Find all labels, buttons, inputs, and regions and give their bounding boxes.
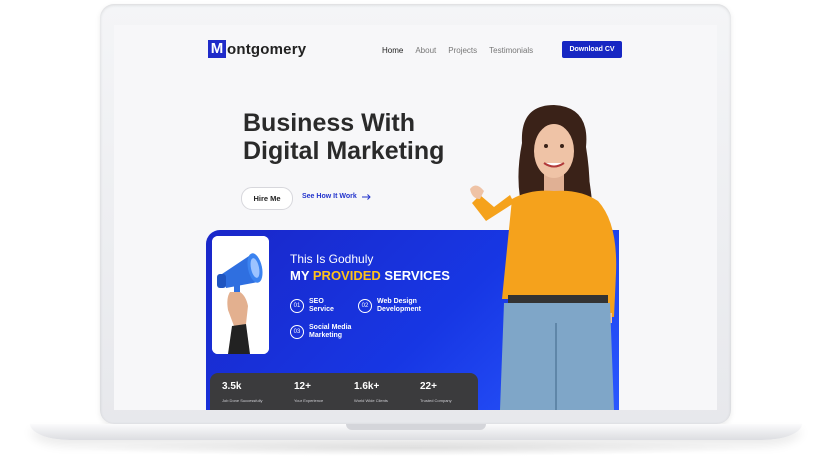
laptop-notch — [346, 424, 486, 430]
service-number: 03 — [290, 325, 304, 339]
hire-me-button[interactable]: Hire Me — [241, 187, 293, 210]
nav-projects[interactable]: Projects — [448, 46, 477, 55]
service-item-seo[interactable]: 01 SEO Service — [290, 298, 334, 314]
stat-label: Trusted Company — [420, 398, 452, 403]
service-number: 02 — [358, 299, 372, 313]
logo-text: ontgomery — [227, 40, 307, 58]
stat-jobs: 3.5k Job Done Successfully — [222, 381, 262, 403]
stat-companies: 22+ Trusted Company — [420, 381, 452, 403]
services-title-prefix: MY — [290, 268, 313, 283]
stat-value: 3.5k — [222, 381, 242, 392]
site-logo[interactable]: M ontgomery — [208, 40, 306, 58]
stat-label: Your Experience — [294, 398, 324, 403]
stats-bar: 3.5k Job Done Successfully 12+ Your Expe… — [210, 373, 478, 410]
service-item-social-media[interactable]: 03 Social Media Marketing — [290, 324, 351, 340]
see-how-label: See How It Work — [302, 193, 357, 200]
stat-clients: 1.6k+ World Wide Clients — [354, 381, 388, 403]
nav-home[interactable]: Home — [382, 46, 403, 55]
hero-line-1: Business With — [243, 109, 416, 137]
megaphone-image — [212, 236, 269, 354]
services-title-highlight: PROVIDED — [312, 268, 381, 283]
service-number: 01 — [290, 299, 304, 313]
download-cv-button[interactable]: Download CV — [562, 41, 622, 58]
stat-label: World Wide Clients — [354, 398, 388, 403]
stat-value: 12+ — [294, 381, 311, 392]
logo-mark: M — [208, 40, 226, 58]
nav-testimonials[interactable]: Testimonials — [489, 46, 533, 55]
stat-value: 1.6k+ — [354, 381, 380, 392]
services-title: MY PROVIDED SERVICES — [290, 268, 450, 283]
nav-about[interactable]: About — [415, 46, 436, 55]
hero-line-2: Digital Marketing — [243, 137, 445, 165]
stat-label: Job Done Successfully — [222, 398, 263, 403]
service-label: Social Media Marketing — [309, 324, 352, 339]
stat-value: 22+ — [420, 381, 437, 392]
service-item-web-design[interactable]: 02 Web Design Development — [358, 298, 421, 314]
laptop-shadow — [60, 440, 772, 456]
hero-headline: Business With Digital Marketing — [243, 109, 444, 165]
services-title-suffix: SERVICES — [380, 268, 450, 283]
laptop-screen: M ontgomery Home About Projects Testimon… — [114, 25, 717, 410]
arrow-right-icon — [361, 193, 371, 200]
main-nav: Home About Projects Testimonials — [382, 46, 533, 55]
hero-person-image — [464, 103, 644, 410]
service-label: Web Design Development — [377, 298, 421, 313]
service-label: SEO Service — [309, 298, 334, 313]
stat-experience: 12+ Your Experience — [294, 381, 323, 403]
services-subtitle: This Is Godhuly — [290, 252, 374, 266]
see-how-it-work-link[interactable]: See How It Work — [302, 193, 371, 200]
